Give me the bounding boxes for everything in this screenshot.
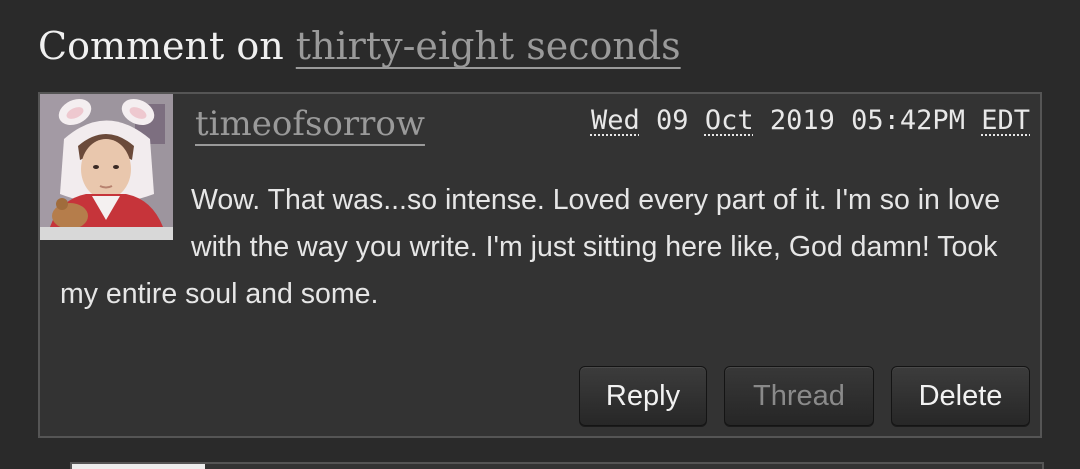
year: 2019 — [769, 105, 835, 136]
username-link[interactable]: timeofsorrow — [195, 102, 425, 146]
comment-datetime: Wed 09 Oct 2019 05:42PM EDT — [591, 104, 1030, 138]
comment-actions: Reply Thread Delete — [579, 366, 1030, 426]
day: 09 — [656, 105, 689, 136]
timezone: EDT — [981, 105, 1030, 136]
thread-button[interactable]: Thread — [724, 366, 874, 426]
work-title-link[interactable]: thirty-eight seconds — [296, 24, 681, 68]
month: Oct — [704, 105, 754, 136]
comment-card: timeofsorrow Wed 09 Oct 2019 05:42PM EDT… — [38, 92, 1042, 438]
comment-body-text: Wow. That was...so intense. Loved every … — [60, 184, 1001, 310]
next-avatar[interactable] — [72, 464, 205, 469]
time: 05:42PM — [851, 105, 965, 136]
heading-prefix: Comment on — [38, 24, 284, 68]
comment-body: Wow. That was...so intense. Loved every … — [60, 177, 1035, 318]
delete-button[interactable]: Delete — [891, 366, 1030, 426]
reply-button[interactable]: Reply — [579, 366, 707, 426]
weekday: Wed — [590, 105, 640, 136]
comment-heading: Comment on thirty-eight seconds — [38, 22, 681, 70]
next-comment-card — [70, 462, 1044, 469]
